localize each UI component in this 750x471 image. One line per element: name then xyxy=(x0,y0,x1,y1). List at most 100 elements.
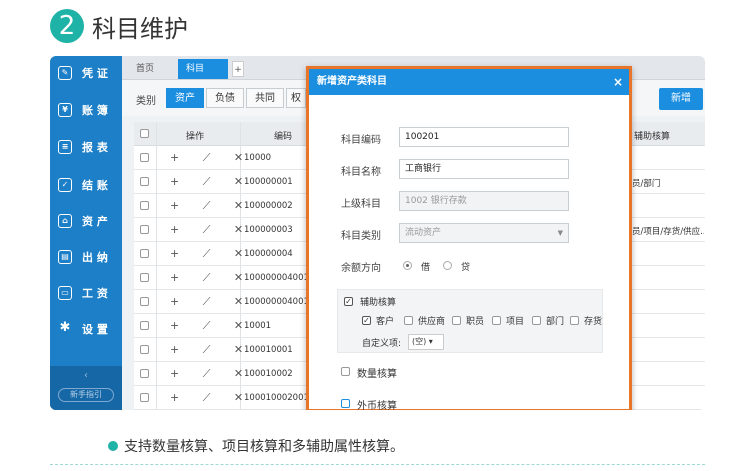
add-tab-button[interactable]: + xyxy=(232,61,244,77)
category-equity-button[interactable]: 权 xyxy=(286,88,306,108)
debit-radio[interactable] xyxy=(403,261,412,270)
row-checkbox[interactable] xyxy=(140,369,149,378)
sidebar-item-salary[interactable]: ▭ 工 资 xyxy=(50,280,122,306)
tab-subject-label: 科目 xyxy=(186,64,205,74)
row-checkbox[interactable] xyxy=(140,321,149,330)
aux-staff-checkbox[interactable] xyxy=(452,316,461,325)
row-checkbox[interactable] xyxy=(140,177,149,186)
row-code: 10000 xyxy=(244,153,272,163)
row-actions[interactable]: + ⟋ ✕ xyxy=(170,247,253,261)
foreign-currency-checkbox[interactable] xyxy=(341,399,350,408)
close-icon[interactable]: × xyxy=(613,69,623,95)
row-actions[interactable]: + ⟋ ✕ xyxy=(170,319,253,333)
cashier-icon: ▤ xyxy=(58,250,72,264)
row-checkbox[interactable] xyxy=(140,393,149,402)
name-label: 科目名称 xyxy=(341,167,381,178)
sidebar-item-label: 设 置 xyxy=(82,323,108,336)
row-code: 100000001 xyxy=(244,177,293,187)
foreign-currency-label: 外币核算 xyxy=(357,401,397,410)
sidebar-item-report[interactable]: ≡ 报 表 xyxy=(50,134,122,160)
row-actions[interactable]: + ⟋ ✕ xyxy=(170,223,253,237)
aux-customer-label: 客户 xyxy=(376,317,395,327)
sidebar-item-label: 账 簿 xyxy=(82,104,108,117)
aux-inventory-checkbox[interactable] xyxy=(570,316,579,325)
row-code: 100000002 xyxy=(244,201,293,211)
balance-direction-group: 借 贷 xyxy=(403,261,523,273)
sidebar-item-cashier[interactable]: ▤ 出 纳 xyxy=(50,244,122,270)
divider xyxy=(50,464,705,465)
sidebar: ✎ 凭 证 ¥ 账 簿 ≡ 报 表 ✓ 结 账 ⌂ 资 产 ▤ 出 纳 ▭ 工 资 ✱ 设 置 … xyxy=(50,56,122,410)
aux-accounting-checkbox[interactable]: ✓ xyxy=(344,297,353,306)
row-code: 100010002 xyxy=(244,369,293,379)
custom-item-select[interactable]: (空) ▾ xyxy=(408,334,444,350)
row-actions[interactable]: + ⟋ ✕ xyxy=(170,367,253,381)
aux-project-label: 项目 xyxy=(506,317,525,327)
row-actions[interactable]: + ⟋ ✕ xyxy=(170,271,253,285)
aux-supplier-checkbox[interactable] xyxy=(404,316,413,325)
ledger-icon: ¥ xyxy=(58,103,72,117)
aux-supplier-label: 供应商 xyxy=(418,317,446,327)
row-actions[interactable]: + ⟋ ✕ xyxy=(170,151,253,165)
custom-item-value: (空) xyxy=(412,337,427,346)
row-actions[interactable]: + ⟋ ✕ xyxy=(170,343,253,357)
sidebar-item-label: 报 表 xyxy=(82,141,108,154)
add-button[interactable]: 新增 xyxy=(659,88,703,110)
aux-customer-checkbox[interactable]: ✓ xyxy=(362,316,371,325)
subject-type-select[interactable]: 流动资产 ▼ xyxy=(399,223,569,243)
row-checkbox[interactable] xyxy=(140,249,149,258)
select-all-checkbox[interactable] xyxy=(140,129,149,138)
aux-project-checkbox[interactable] xyxy=(492,316,501,325)
credit-label: 贷 xyxy=(461,263,471,273)
row-code: 100010002001 xyxy=(244,393,309,403)
header-code: 编码 xyxy=(274,132,293,142)
row-actions[interactable]: + ⟋ ✕ xyxy=(170,199,253,213)
sidebar-footer: ‹ 新手指引 xyxy=(50,366,122,410)
new-subject-dialog: 新增资产类科目 × 科目编码 100201 科目名称 工商银行 上级科目 100… xyxy=(306,66,632,410)
chevron-down-icon: ▾ xyxy=(428,337,433,346)
aux-inventory-label: 存货 xyxy=(584,317,603,327)
header-aux: 辅助核算 xyxy=(634,132,671,142)
quantity-checkbox[interactable] xyxy=(341,367,350,376)
beginner-guide-button[interactable]: 新手指引 xyxy=(58,388,114,402)
row-checkbox[interactable] xyxy=(140,153,149,162)
aux-department-label: 部门 xyxy=(546,317,565,327)
category-liability-button[interactable]: 负债 xyxy=(206,88,244,108)
sidebar-item-voucher[interactable]: ✎ 凭 证 xyxy=(50,60,122,86)
close-account-icon: ✓ xyxy=(58,178,72,192)
aux-department-checkbox[interactable] xyxy=(532,316,541,325)
section-number: 2 xyxy=(50,9,84,43)
tab-subject[interactable]: 科目× xyxy=(178,59,228,94)
row-actions[interactable]: + ⟋ ✕ xyxy=(170,295,253,309)
debit-label: 借 xyxy=(421,263,431,273)
section-header: 2 科目维护 xyxy=(50,6,188,46)
row-aux: 员/部门 xyxy=(632,179,661,189)
row-checkbox[interactable] xyxy=(140,225,149,234)
header-op: 操作 xyxy=(186,132,205,142)
row-code: 100010001 xyxy=(244,345,293,355)
row-code: 100000004001 xyxy=(244,273,309,283)
category-asset-button[interactable]: 资产 xyxy=(166,88,204,108)
collapse-arrow-icon[interactable]: ‹ xyxy=(50,370,122,381)
row-checkbox[interactable] xyxy=(140,273,149,282)
tab-home[interactable]: 首页 xyxy=(128,59,162,79)
aux-accounting-panel: ✓ 辅助核算 ✓ 客户 供应商 职员 项目 部门 存货 自定义项: (空) ▾ xyxy=(337,289,603,353)
row-checkbox[interactable] xyxy=(140,297,149,306)
gear-icon: ✱ xyxy=(59,320,71,335)
row-actions[interactable]: + ⟋ ✕ xyxy=(170,175,253,189)
sidebar-item-settings[interactable]: ✱ 设 置 xyxy=(50,316,122,342)
credit-radio[interactable] xyxy=(443,261,452,270)
sidebar-item-ledger[interactable]: ¥ 账 簿 xyxy=(50,97,122,123)
sidebar-item-label: 凭 证 xyxy=(82,67,108,80)
row-actions[interactable]: + ⟋ ✕ xyxy=(170,391,253,405)
row-checkbox[interactable] xyxy=(140,345,149,354)
row-checkbox[interactable] xyxy=(140,201,149,210)
chevron-down-icon: ▼ xyxy=(557,229,563,237)
category-common-button[interactable]: 共同 xyxy=(246,88,284,108)
feature-note: 支持数量核算、项目核算和多辅助属性核算。 xyxy=(108,436,404,456)
sidebar-item-label: 资 产 xyxy=(82,215,108,228)
type-label: 科目类别 xyxy=(341,231,381,242)
sidebar-item-asset[interactable]: ⌂ 资 产 xyxy=(50,208,122,234)
subject-name-input[interactable]: 工商银行 xyxy=(399,159,569,179)
sidebar-item-close-account[interactable]: ✓ 结 账 xyxy=(50,172,122,198)
subject-code-input[interactable]: 100201 xyxy=(399,127,569,147)
